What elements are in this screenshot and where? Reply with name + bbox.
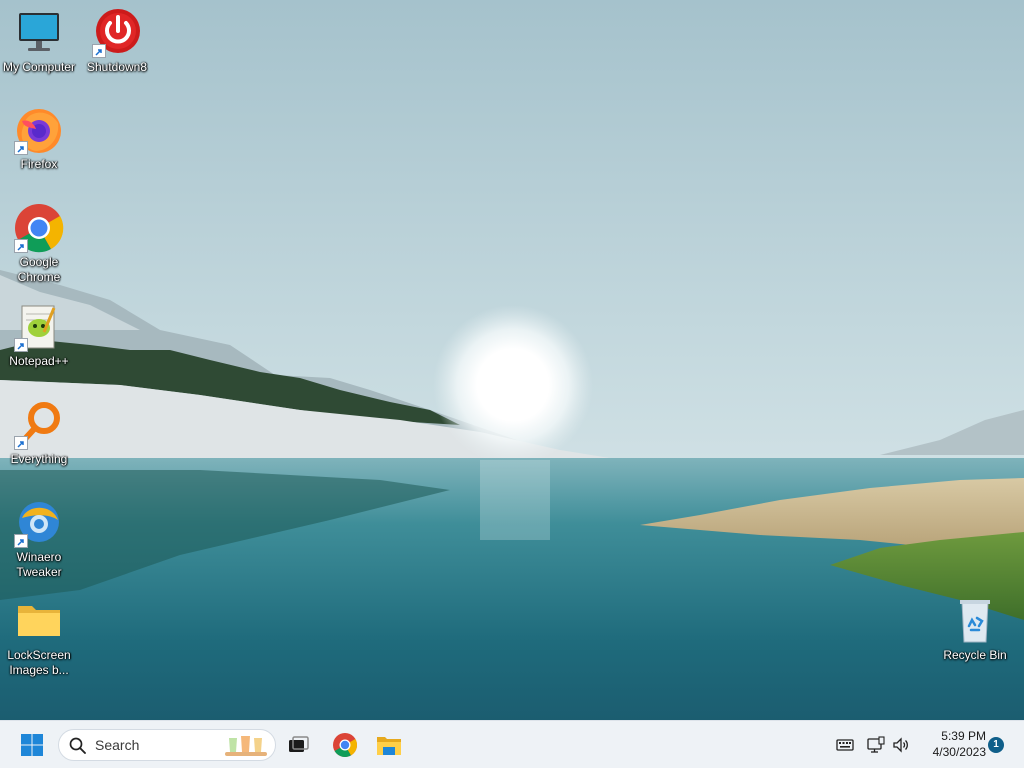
shortcut-arrow-icon (92, 44, 106, 58)
start-button[interactable] (15, 728, 49, 762)
power-icon (92, 8, 142, 58)
task-view-button[interactable] (281, 728, 315, 762)
chrome-icon (333, 733, 358, 758)
desktop-icon-label: Google Chrome (17, 255, 61, 284)
winaero-icon (14, 498, 64, 548)
taskbar-file-explorer-button[interactable] (372, 728, 406, 762)
folder-icon (14, 596, 64, 646)
shortcut-arrow-icon (14, 436, 28, 450)
search-input[interactable]: Search (58, 729, 276, 761)
clock-date: 4/30/2023 (932, 745, 986, 759)
desktop-icon-label: Winaero Tweaker (16, 550, 62, 579)
volume-icon (893, 737, 908, 753)
wallpaper (0, 0, 1024, 720)
desktop-icon-google-chrome[interactable]: Google Chrome (0, 203, 78, 285)
recycle-bin-icon (950, 596, 1000, 646)
desktop-icon-notepadpp[interactable]: Notepad++ (0, 302, 78, 369)
desktop-icon-label: LockScreen Images b... (7, 648, 71, 677)
search-placeholder: Search (95, 737, 140, 753)
notification-badge[interactable]: 1 (988, 737, 1004, 753)
clock[interactable]: 5:39 PM 4/30/2023 (920, 728, 986, 760)
search-highlight-icon (225, 736, 267, 756)
shortcut-arrow-icon (14, 534, 28, 548)
desktop-icon-my-computer[interactable]: My Computer (0, 8, 78, 75)
shortcut-arrow-icon (14, 338, 28, 352)
desktop-icon-label: Firefox (20, 157, 58, 171)
desktop-icon-label: Shutdown8 (86, 60, 148, 74)
taskbar-chrome-button[interactable] (328, 728, 362, 762)
desktop-icon-winaero-tweaker[interactable]: Winaero Tweaker (0, 498, 78, 580)
desktop-icon-everything[interactable]: Everything (0, 400, 78, 467)
search-icon (69, 737, 86, 754)
volume-button[interactable] (891, 735, 911, 755)
keyboard-icon (836, 739, 854, 751)
shortcut-arrow-icon (14, 239, 28, 253)
desktop-icon-recycle-bin[interactable]: Recycle Bin (936, 596, 1014, 663)
taskbar: Search 5:39 PM 4/30/2023 1 (0, 720, 1024, 768)
magnifier-icon (14, 400, 64, 450)
task-view-icon (289, 736, 309, 752)
desktop-icon-lockscreen-folder[interactable]: LockScreen Images b... (0, 596, 78, 678)
network-button[interactable] (866, 735, 886, 755)
file-explorer-icon (377, 737, 401, 755)
desktop: My Computer Shutdown8 Firefox Google Chr… (0, 0, 1024, 768)
clock-time: 5:39 PM (941, 729, 986, 743)
firefox-icon (14, 105, 64, 155)
desktop-icon-firefox[interactable]: Firefox (0, 105, 78, 172)
network-icon (867, 736, 885, 753)
shortcut-arrow-icon (14, 141, 28, 155)
monitor-icon (14, 8, 64, 58)
keyboard-button[interactable] (835, 735, 855, 755)
desktop-icon-label: Everything (10, 452, 68, 466)
desktop-icon-label: Recycle Bin (943, 648, 1007, 662)
desktop-icon-label: My Computer (2, 60, 76, 74)
chrome-icon (14, 203, 64, 253)
notepadpp-icon (14, 302, 64, 352)
start-icon (21, 734, 43, 756)
desktop-icon-shutdown8[interactable]: Shutdown8 (78, 8, 156, 75)
desktop-icon-label: Notepad++ (9, 354, 69, 368)
